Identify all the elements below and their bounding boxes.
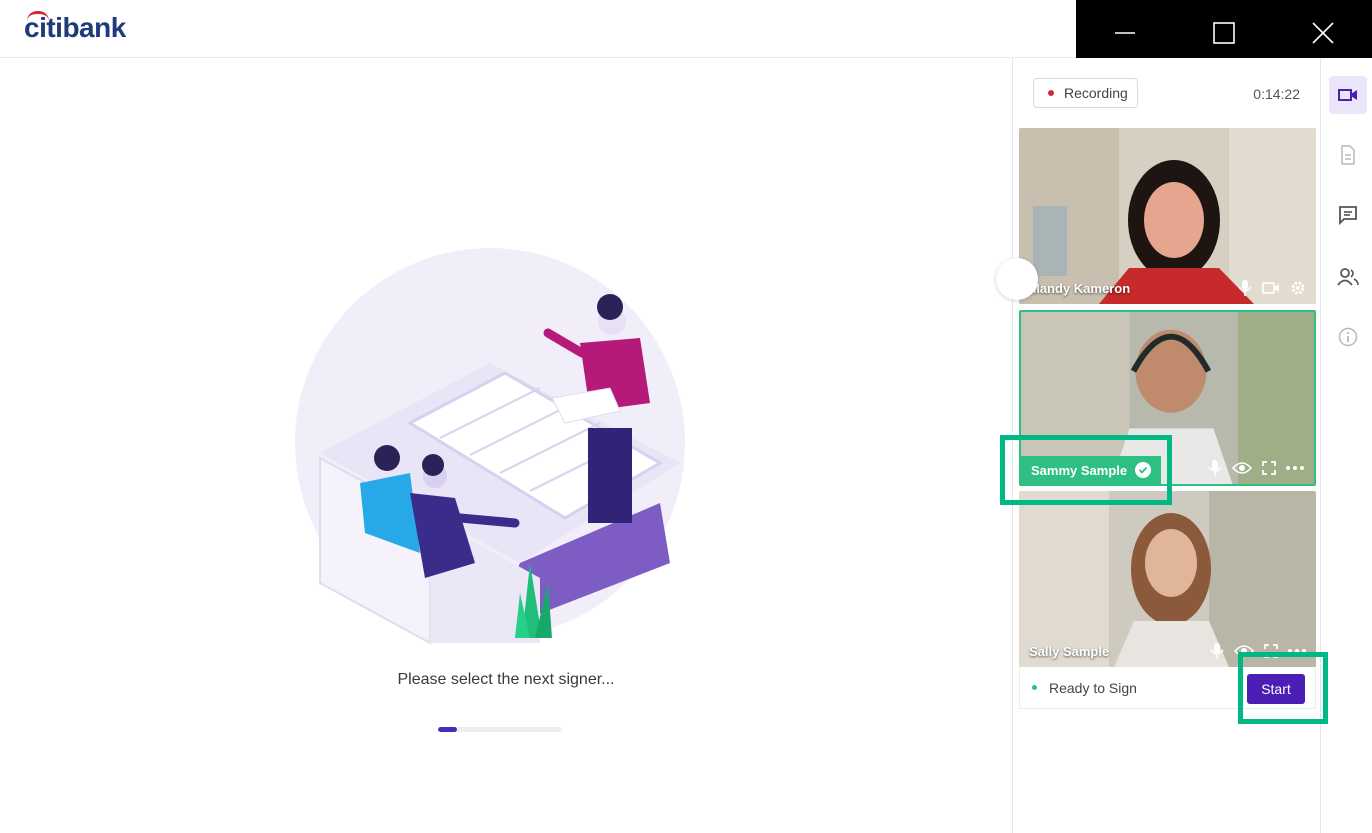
- meeting-illustration: [295, 248, 685, 645]
- video-feed: [1019, 491, 1316, 667]
- chat-icon: [1339, 206, 1357, 225]
- mic-icon[interactable]: [1238, 280, 1252, 296]
- fullscreen-icon[interactable]: [1262, 461, 1276, 475]
- citibank-logo: citibank: [24, 12, 126, 43]
- close-icon: [1312, 22, 1334, 44]
- mic-icon[interactable]: [1210, 643, 1224, 659]
- loading-progress: [438, 727, 562, 732]
- info-icon: [1338, 327, 1358, 347]
- panel-collapse-handle[interactable]: [996, 258, 1038, 300]
- rail-info-button[interactable]: [1329, 318, 1367, 356]
- recording-button[interactable]: Recording: [1033, 78, 1138, 108]
- status-message: Please select the next signer...: [397, 671, 615, 688]
- people-icon: [1337, 268, 1359, 286]
- rail-document-button[interactable]: [1329, 136, 1367, 174]
- signer-status: Ready to Sign: [1049, 679, 1137, 696]
- tile-controls: [1208, 460, 1304, 476]
- video-tile-signer-2[interactable]: Sally Sample: [1019, 491, 1316, 667]
- recording-label: Recording: [1064, 85, 1128, 101]
- close-button[interactable]: [1273, 0, 1372, 66]
- call-timer: 0:14:22: [1253, 86, 1300, 102]
- status-dot-icon: [1032, 685, 1037, 690]
- eye-icon[interactable]: [1232, 461, 1252, 475]
- participant-name: Mandy Kameron: [1029, 281, 1131, 296]
- camera-icon[interactable]: [1262, 281, 1280, 295]
- main-content: Please select the next signer...: [0, 58, 1012, 833]
- maximize-icon: [1213, 22, 1235, 44]
- document-icon: [1341, 145, 1355, 165]
- highlight-active-signer: [1000, 435, 1172, 505]
- gear-icon[interactable]: [1290, 280, 1306, 296]
- recording-dot-icon: [1048, 90, 1054, 96]
- minimize-button[interactable]: [1076, 0, 1175, 66]
- window-controls: [1076, 0, 1372, 66]
- side-rail: [1321, 58, 1372, 833]
- highlight-start-button: [1238, 652, 1328, 724]
- maximize-button[interactable]: [1175, 0, 1274, 66]
- rail-people-button[interactable]: [1329, 258, 1367, 296]
- rail-video-button[interactable]: [1329, 76, 1367, 114]
- mic-icon[interactable]: [1208, 460, 1222, 476]
- tile-controls: [1238, 280, 1306, 296]
- more-icon[interactable]: [1286, 466, 1304, 470]
- video-tile-host[interactable]: Mandy Kameron: [1019, 128, 1316, 304]
- participant-name: Sally Sample: [1029, 644, 1110, 659]
- video-feed: [1019, 128, 1316, 304]
- rail-chat-button[interactable]: [1329, 196, 1367, 234]
- minimize-icon: [1115, 32, 1136, 34]
- video-icon: [1338, 89, 1357, 101]
- loading-progress-fill: [438, 727, 457, 732]
